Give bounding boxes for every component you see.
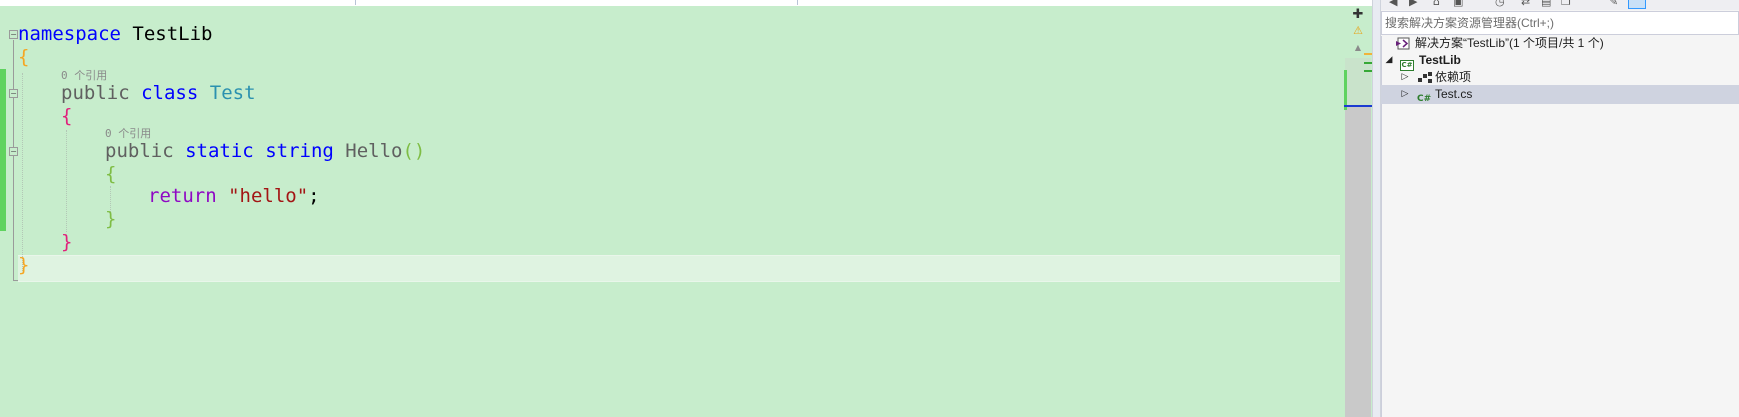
collapse-icon[interactable]: ▤ [1541,0,1551,8]
forward-icon[interactable]: ▶ [1409,0,1417,8]
nav-bar-separator [355,0,356,5]
method-close-brace: } [105,208,117,230]
keyword: public [105,140,174,162]
copy-icon[interactable]: ❐ [1561,0,1571,8]
code-line-namespace: namespace TestLib [18,22,212,47]
caret-position-marker [1344,105,1372,107]
outline-end [13,280,18,281]
solution-explorer: ◀ ▶ ⌂ ▣ ◷ ⇄ ▤ ❐ ✎ 解决方案“TestLib”(1 个项目/共 … [1381,0,1739,417]
back-icon[interactable]: ◀ [1389,0,1397,8]
class-open-brace: { [61,105,73,127]
change-indicator [0,69,6,231]
semicolon: ; [308,185,320,207]
warning-marker [1364,53,1372,55]
preview-icon[interactable] [1628,0,1646,9]
solution-icon [1395,37,1411,50]
change-marker [1364,70,1372,72]
home-icon[interactable]: ⌂ [1433,0,1440,8]
solution-explorer-search[interactable] [1381,11,1739,35]
tree-item-test-cs[interactable]: ▷ C# Test.cs [1381,85,1739,104]
indent-guide [66,130,67,232]
split-window-icon[interactable]: ✚ [1351,8,1365,22]
scroll-up-icon[interactable]: ▲ [1352,43,1364,53]
method-open-brace: { [105,163,117,185]
history-icon[interactable]: ◷ [1495,0,1505,8]
properties-icon[interactable]: ✎ [1609,0,1618,8]
code-line-return: return "hello"; [148,184,320,209]
namespace-name[interactable]: TestLib [132,23,212,45]
sync-icon[interactable]: ▣ [1453,0,1463,8]
change-marker [1344,70,1347,110]
warning-icon[interactable]: ⚠ [1352,25,1364,37]
keyword: return [148,185,217,207]
collapsed-arrow-icon[interactable]: ▷ [1400,85,1410,104]
collapse-method-icon[interactable]: − [9,147,18,156]
namespace-open-brace: { [18,46,30,68]
keyword: string [265,140,334,162]
collapse-class-icon[interactable]: − [9,89,18,98]
editor-vertical-scrollbar[interactable]: ✚ ⚠ ▲ [1344,6,1372,417]
class-close-brace: } [61,231,73,253]
csharp-project-icon: C# [1400,60,1414,71]
search-input[interactable] [1382,12,1725,34]
panel-splitter[interactable] [1372,0,1381,417]
method-name[interactable]: Hello [345,140,402,162]
indent-guide [22,73,23,271]
code-line-method: public static string Hello() [105,139,425,164]
nav-bar-separator [797,0,798,5]
tree-item-label: Test.cs [1435,87,1473,101]
switch-view-icon[interactable]: ⇄ [1521,0,1530,8]
outline-line [13,40,14,280]
keyword: namespace [18,23,121,45]
dependencies-icon [1417,71,1433,84]
scrollbar-thumb[interactable] [1345,58,1371,106]
string-literal: "hello" [228,185,309,207]
keyword: public [61,82,130,104]
scrollbar-track[interactable] [1345,58,1371,417]
namespace-close-brace: } [18,254,30,276]
code-line-class: public class Test [61,81,256,106]
method-parens: () [402,140,426,162]
change-marker [1364,62,1372,64]
class-name[interactable]: Test [210,82,256,104]
solution-explorer-toolbar: ◀ ▶ ⌂ ▣ ◷ ⇄ ▤ ❐ ✎ [1381,0,1739,10]
keyword: class [141,82,199,104]
csharp-file-icon: C# [1417,94,1432,104]
collapse-namespace-icon[interactable]: − [9,30,18,39]
current-line-highlight [18,255,1340,282]
keyword: static [185,140,254,162]
code-editor[interactable]: − − − namespace TestLib { 0 个引用 public c… [0,6,1344,417]
